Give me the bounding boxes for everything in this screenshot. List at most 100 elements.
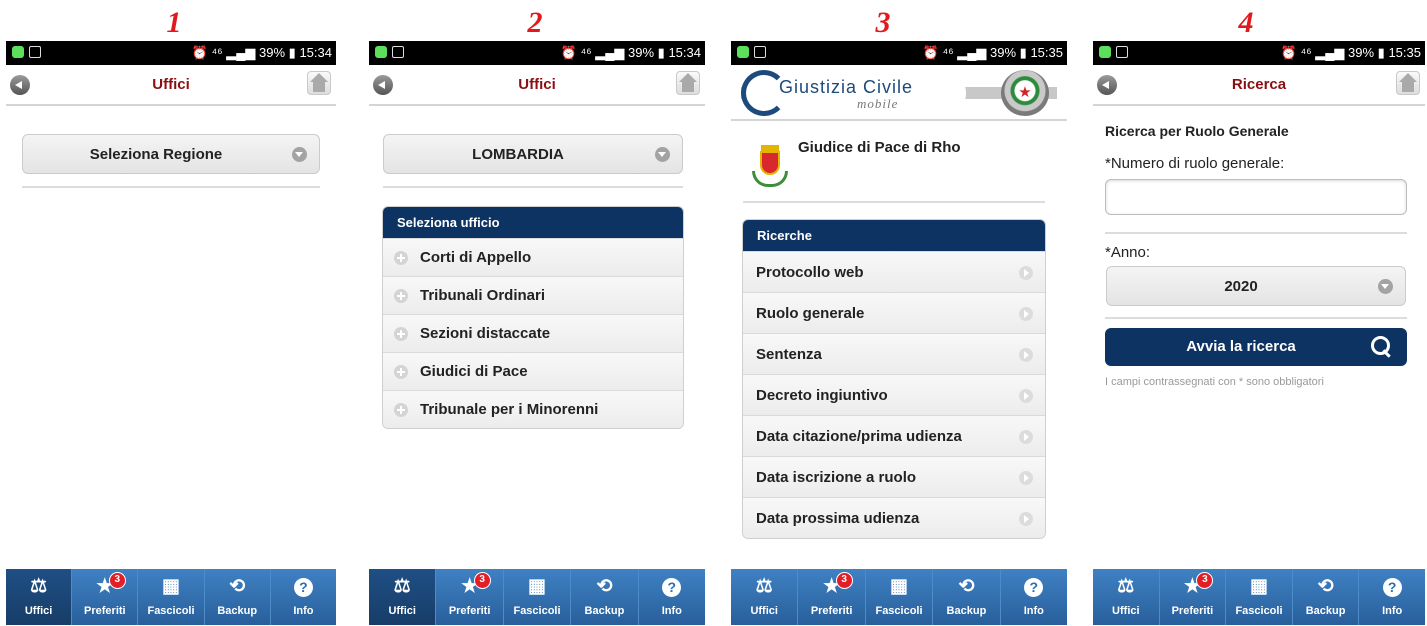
chevron-right-icon [1019,348,1033,362]
star-icon: ★ [823,576,841,597]
city-crest-icon [750,145,790,191]
search-list: Ricerche Protocollo web Ruolo generale S… [742,219,1046,539]
folder-icon: ▦ [890,576,908,597]
italian-republic-emblem-icon [1001,70,1049,116]
tab-preferiti[interactable]: ★ 3 Preferiti [798,569,866,625]
list-item[interactable]: Corti di Appello [383,238,683,276]
tab-fascicoli[interactable]: ▦ Fascicoli [1226,569,1293,625]
step-number-2: 2 [527,6,543,39]
help-icon: ? [1382,578,1402,597]
backup-icon: ⟲ [596,576,613,597]
help-icon: ? [662,578,682,597]
brand-main-text: Giustizia Civile [779,77,914,97]
list-item[interactable]: Sentenza [743,333,1045,374]
tab-bar: ⚖ Uffici ★ 3 Preferiti ▦ Fascicoli ⟲ Backup ?… [369,569,705,625]
tab-backup[interactable]: ⟲ Backup [1292,569,1360,625]
tab-bar: ⚖ Uffici ★ 3 Preferiti ▦ Fascicoli ⟲ Backup ?… [1093,569,1425,625]
app-header: Ricerca [1093,65,1425,106]
chevron-right-icon [1019,389,1033,403]
tab-fascicoli[interactable]: ▦ Fascicoli [503,569,572,625]
page-title: Uffici [152,76,190,93]
favorites-count-badge: 3 [473,572,491,589]
ruolo-field-label: *Numero di ruolo generale: [1105,155,1285,172]
tab-info[interactable]: ? Info [638,569,705,625]
tab-preferiti[interactable]: ★ 3 Preferiti [1159,569,1227,625]
battery-level: 39% [1348,45,1375,60]
star-icon: ★ [1183,576,1201,597]
ruolo-number-input[interactable] [1105,179,1407,215]
screen-ricerca: ⏰ ⁴⁶ ▂▄▆ 39% ▮ 15:35 Ricerca Ricerca per… [1093,41,1425,625]
giustizia-civile-logo: Giustizia Civile mobile [741,70,966,116]
scales-icon: ⚖ [30,576,48,597]
plus-icon [394,289,408,303]
tab-backup[interactable]: ⟲ Backup [571,569,639,625]
list-item[interactable]: Decreto ingiuntivo [743,374,1045,415]
search-list-title: Ricerche [743,220,1045,251]
tab-fascicoli[interactable]: ▦ Fascicoli [865,569,934,625]
chevron-right-icon [1019,512,1033,526]
page-title: Uffici [518,76,556,93]
scales-icon: ⚖ [1117,576,1135,597]
divider [22,186,320,188]
brand-sub-text: mobile [857,96,899,111]
search-icon [1371,336,1393,358]
tab-backup[interactable]: ⟲ Backup [204,569,271,625]
backup-icon: ⟲ [958,576,975,597]
screen-office-searches: ⏰ ⁴⁶ ▂▄▆ 39% ▮ 15:35 Giustizia Civile mo… [731,41,1067,625]
list-item[interactable]: Ruolo generale [743,292,1045,333]
search-button[interactable]: Avvia la ricerca [1105,328,1407,366]
search-heading: Ricerca per Ruolo Generale [1105,123,1289,139]
list-item[interactable]: Tribunale per i Minorenni [383,390,683,428]
status-time: 15:35 [1030,45,1063,60]
folder-icon: ▦ [528,576,546,597]
chevron-down-icon [292,147,307,162]
android-icon [12,46,24,58]
star-icon: ★ [461,576,479,597]
list-item[interactable]: Tribunali Ordinari [383,276,683,314]
plus-icon [394,365,408,379]
list-item[interactable]: Data citazione/prima udienza [743,415,1045,456]
office-name: Giudice di Pace di Rho [798,139,961,156]
list-item[interactable]: Protocollo web [743,251,1045,292]
tab-uffici[interactable]: ⚖ Uffici [731,569,799,625]
tab-uffici[interactable]: ⚖ Uffici [6,569,73,625]
plus-icon [394,403,408,417]
divider [1105,232,1407,234]
list-item[interactable]: Giudici di Pace [383,352,683,390]
notification-icon [754,46,766,58]
favorites-count-badge: 3 [108,572,126,589]
tab-uffici[interactable]: ⚖ Uffici [1093,569,1160,625]
android-icon [375,46,387,58]
home-icon[interactable] [307,71,331,95]
region-select[interactable]: Seleziona Regione [22,134,320,174]
tab-info[interactable]: ? Info [1359,569,1425,625]
home-icon[interactable] [676,71,700,95]
network-indicator: ⁴⁶ [580,45,592,60]
chevron-right-icon [1019,430,1033,444]
region-select[interactable]: LOMBARDIA [383,134,683,174]
home-icon[interactable] [1396,71,1420,95]
search-button-label: Avvia la ricerca [1186,338,1296,355]
help-icon: ? [293,578,313,597]
list-item[interactable]: Data prossima udienza [743,497,1045,538]
battery-level: 39% [259,45,286,60]
android-icon [1099,46,1111,58]
folder-icon: ▦ [162,576,180,597]
tab-preferiti[interactable]: ★ 3 Preferiti [436,569,504,625]
tab-fascicoli[interactable]: ▦ Fascicoli [138,569,205,625]
list-item[interactable]: Data iscrizione a ruolo [743,456,1045,497]
divider [383,186,683,188]
tab-info[interactable]: ? Info [270,569,336,625]
tab-info[interactable]: ? Info [1000,569,1067,625]
help-icon: ? [1024,578,1044,597]
divider [743,201,1045,203]
tab-backup[interactable]: ⟲ Backup [933,569,1001,625]
tab-uffici[interactable]: ⚖ Uffici [369,569,437,625]
tab-preferiti[interactable]: ★ 3 Preferiti [72,569,139,625]
chevron-down-icon [655,147,670,162]
chevron-right-icon [1019,266,1033,280]
list-item[interactable]: Sezioni distaccate [383,314,683,352]
chevron-down-icon [1378,279,1393,294]
year-select[interactable]: 2020 [1106,266,1406,306]
region-select-label: LOMBARDIA [472,146,564,163]
